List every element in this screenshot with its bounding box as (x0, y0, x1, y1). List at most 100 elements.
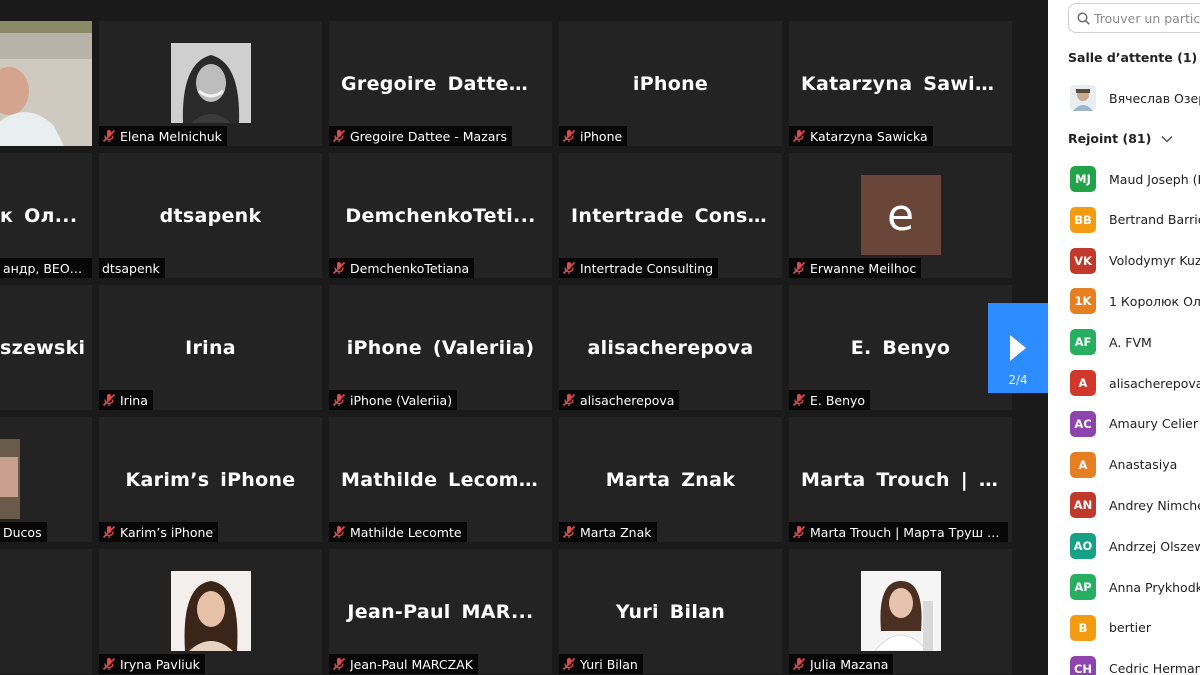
video-tile[interactable]: Mathilde Lecomte Mathilde Lecomte (329, 417, 552, 542)
video-tile[interactable]: DemchenkoTeti... DemchenkoTetiana (329, 153, 552, 278)
name-tag-label: Erwanne Meilhoc (810, 260, 917, 276)
name-tag: андр, ВЕОЛІЯ У... (0, 258, 92, 278)
participant-row[interactable]: Bbertier (1070, 614, 1151, 641)
video-tile[interactable]: dtsapenk dtsapenk (99, 153, 322, 278)
search-participants-input[interactable]: Trouver un participant (1068, 3, 1200, 33)
participant-name: Anastasiya (1109, 457, 1178, 473)
joined-heading: Rejoint (81) (1068, 131, 1152, 146)
participant-row[interactable]: MJ Maud Joseph (H (1070, 166, 1200, 192)
video-tile[interactable]: e Erwanne Meilhoc (789, 153, 1012, 278)
video-gallery: Elena Melnichuk Gregoire Dattee... Gregoir… (0, 0, 1048, 675)
video-tile[interactable]: Marta Trouch | ... Marta Trouch | Марта Т… (789, 417, 1012, 542)
video-tile[interactable]: Ducos (0, 417, 92, 542)
participant-display-name: Yuri Bilan (615, 600, 726, 623)
search-placeholder: Trouver un participant (1094, 10, 1200, 26)
participant-display-name: iPhone (Valeriia) (346, 336, 535, 359)
participant-row[interactable]: AP Anna Prykhodko (1070, 574, 1200, 600)
participant-name: Andrzej Olszews (1109, 538, 1200, 554)
avatar: AP (1070, 574, 1096, 600)
name-tag: Elena Melnichuk (99, 126, 227, 146)
waiting-room-header[interactable]: Salle d’attente (1) (1068, 50, 1200, 65)
participant-row[interactable]: CH Cedric Hermann (1070, 655, 1200, 675)
video-tile[interactable]: Gregoire Dattee... Gregoire Dattee - Maza… (329, 21, 552, 146)
video-tile[interactable]: Irina Irina (99, 285, 322, 410)
video-tile[interactable]: Katarzyna Sawic... Katarzyna Sawicka (789, 21, 1012, 146)
video-tile[interactable] (0, 549, 92, 674)
name-tag: Julia Mazana (789, 654, 894, 674)
participant-row[interactable]: AC Amaury Celier (1070, 410, 1198, 437)
avatar: AN (1070, 492, 1096, 519)
video-tile[interactable]: Intertrade Cons... Intertrade Consulting (559, 153, 782, 278)
participant-row[interactable]: AN Andrey Nimcher (1070, 492, 1200, 519)
participants-panel: Trouver un participant Salle d’attente (… (1048, 0, 1200, 675)
avatar-initials: AC (1074, 416, 1092, 431)
muted-mic-icon (792, 525, 806, 539)
video-tile[interactable]: Yuri Bilan Yuri Bilan (559, 549, 782, 674)
participant-row[interactable]: Aalisacherepova (1070, 370, 1200, 396)
muted-mic-icon (562, 129, 576, 143)
video-tile[interactable]: Jean-Paul MAR... Jean-Paul MARCZAK (329, 549, 552, 674)
participant-display-name: Marta Znak (605, 468, 736, 491)
participant-display-name: к Ол... (0, 204, 78, 227)
name-tag-label: iPhone (Valeriia) (350, 392, 453, 408)
video-tile[interactable]: Iryna Pavliuk (99, 549, 322, 674)
participant-name: Bertrand Barrier (1109, 212, 1200, 228)
participant-display-name: DemchenkoTeti... (345, 204, 536, 227)
video-tile[interactable]: Julia Mazana (789, 549, 1012, 674)
name-tag-label: iPhone (580, 128, 623, 144)
participant-row[interactable]: BB Bertrand Barrier (1070, 206, 1200, 233)
name-tag-label: Yuri Bilan (580, 656, 638, 672)
avatar: A (1070, 451, 1096, 478)
name-tag-label: Intertrade Consulting (580, 260, 714, 276)
video-tile[interactable]: Marta Znak Marta Znak (559, 417, 782, 542)
video-tile[interactable]: Karim’s iPhone Karim’s iPhone (99, 417, 322, 542)
name-tag: Ducos (0, 522, 47, 542)
video-tile[interactable]: iPhone (Valeriia) iPhone (Valeriia) (329, 285, 552, 410)
name-tag-label: Katarzyna Sawicka (810, 128, 928, 144)
name-tag-label: Mathilde Lecomte (350, 524, 462, 540)
participant-display-name: Irina (185, 336, 236, 359)
video-tile[interactable] (0, 21, 92, 146)
name-tag: Gregoire Dattee - Mazars (329, 126, 513, 146)
avatar: A (1070, 370, 1096, 396)
participant-name: bertier (1109, 620, 1151, 636)
participant-row[interactable]: VK Volodymyr Kuzy (1070, 247, 1200, 274)
name-tag-label: Marta Znak (580, 524, 652, 540)
video-tile[interactable]: szewski (0, 285, 92, 410)
waiting-participant-row[interactable]: Вячеслав Озеров (1070, 85, 1200, 111)
participant-name: alisacherepova (1109, 375, 1200, 391)
video-tile[interactable]: E. Benyo E. Benyo (789, 285, 1012, 410)
name-tag-label: Gregoire Dattee - Mazars (350, 128, 508, 144)
participant-row[interactable]: AO Andrzej Olszews (1070, 533, 1200, 560)
video-tile[interactable]: Elena Melnichuk (99, 21, 322, 146)
chevron-down-icon (1161, 135, 1173, 143)
profile-photo (170, 571, 251, 651)
video-tile[interactable]: к Ол... андр, ВЕОЛІЯ У... (0, 153, 92, 278)
name-tag: Erwanne Meilhoc (789, 258, 922, 278)
avatar-initials: A (1078, 376, 1088, 390)
video-tile[interactable]: iPhone iPhone (559, 21, 782, 146)
participant-display-name: E. Benyo (850, 336, 951, 359)
participant-name: Maud Joseph (H (1109, 171, 1200, 187)
name-tag-label: dtsapenk (102, 260, 160, 276)
participant-row[interactable]: AF A. FVM (1070, 329, 1152, 356)
muted-mic-icon (102, 525, 116, 539)
search-icon (1077, 11, 1090, 25)
name-tag-label: Julia Mazana (810, 656, 889, 672)
participant-row[interactable]: 1K 1 Королюк Оле (1070, 288, 1200, 315)
video-tile[interactable]: alisacherepova alisacherepova (559, 285, 782, 410)
next-page-button[interactable]: 2/4 (988, 303, 1048, 393)
participant-display-name: Intertrade Cons... (571, 204, 771, 227)
joined-header[interactable]: Rejoint (81) (1068, 131, 1173, 146)
avatar: 1K (1070, 288, 1096, 315)
participant-display-name: Jean-Paul MAR... (347, 600, 534, 623)
name-tag: Irina (99, 390, 153, 410)
participant-display-name: dtsapenk (159, 204, 262, 227)
participant-row[interactable]: A Anastasiya (1070, 451, 1178, 478)
avatar: AC (1070, 410, 1096, 437)
muted-mic-icon (562, 657, 576, 671)
avatar (1070, 85, 1096, 111)
avatar-initials: AO (1073, 539, 1093, 554)
avatar: BB (1070, 206, 1096, 233)
avatar-initials: MJ (1075, 172, 1091, 186)
